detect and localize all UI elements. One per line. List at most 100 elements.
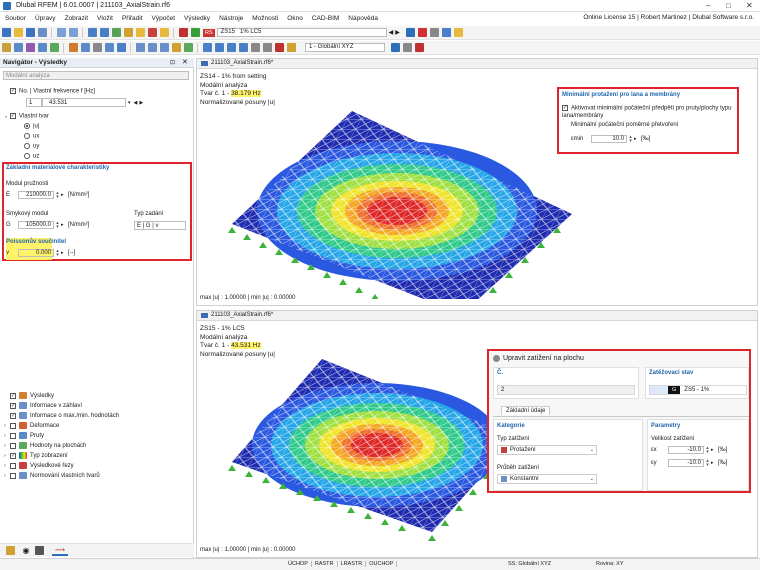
load-icon[interactable] <box>183 43 193 52</box>
view-z-icon[interactable] <box>238 43 248 52</box>
frequency-selector[interactable]: 1 43.531 ▾ ◀ ▶ <box>26 98 143 107</box>
g-modulus-input[interactable]: 105000.0 <box>18 221 54 229</box>
input-type-select[interactable]: E | G | v <box>134 221 186 230</box>
menu-okno[interactable]: Okno <box>287 15 303 22</box>
color-red-icon[interactable] <box>178 28 188 37</box>
new-file-icon[interactable] <box>1 28 11 37</box>
snap-icon[interactable] <box>391 43 400 52</box>
e-arrow-icon[interactable]: ▸ <box>61 192 64 198</box>
frequency-dropdown-icon[interactable]: ▾ <box>128 100 131 106</box>
redo-icon[interactable] <box>68 28 78 37</box>
measure-icon[interactable] <box>171 43 181 52</box>
view-iso-icon[interactable] <box>202 43 212 52</box>
menu-soubor[interactable]: Soubor <box>5 15 26 22</box>
lock-icon[interactable] <box>453 28 463 37</box>
tree-item-header-info[interactable]: ✓ Informace v záhlaví <box>4 402 190 412</box>
grid-snap-icon[interactable] <box>403 43 412 52</box>
viewport-1-tab[interactable]: 211103_AxialStrain.rf6* <box>197 59 757 69</box>
status-osnap[interactable]: OUCHOP <box>366 561 398 567</box>
model-icon[interactable] <box>405 28 415 37</box>
ey-spinner-icon[interactable]: ▴ ▾ <box>705 459 710 468</box>
mode-option-abs[interactable]: |u| <box>24 123 39 130</box>
mode-option-ux[interactable]: ux <box>24 133 39 140</box>
print-icon[interactable] <box>37 28 47 37</box>
table-icon[interactable] <box>99 28 109 37</box>
settings-icon[interactable] <box>159 28 169 37</box>
grid-icon[interactable] <box>116 43 126 52</box>
activate-prestress-checkbox[interactable]: ✓ <box>562 105 568 111</box>
menu-vlozit[interactable]: Vložit <box>97 15 113 22</box>
menu-nastroje[interactable]: Nástroje <box>219 15 243 22</box>
viewport-2[interactable]: 211103_AxialStrain.rf6* ZS15 - 1% LC5 Mo… <box>196 310 758 558</box>
nu-arrow-icon[interactable]: ▸ <box>61 250 64 256</box>
ex-input[interactable]: -10.0 <box>668 446 704 454</box>
report-icon[interactable] <box>135 28 145 37</box>
analysis-type-combo[interactable]: Modální analýza <box>3 71 189 80</box>
tree-item-display-type[interactable]: › ✓ Typ zobrazení <box>4 452 190 462</box>
tab-basic-data[interactable]: Základní údaje <box>501 406 551 415</box>
menu-vysledky[interactable]: Výsledky <box>184 15 210 22</box>
tree-item-result-sections[interactable]: › Výsledkové řezy <box>4 462 190 472</box>
expand-icon[interactable]: ⌄ <box>4 114 8 120</box>
ey-arrow-icon[interactable]: ▸ <box>711 460 714 466</box>
undo-icon[interactable] <box>56 28 66 37</box>
menu-cad-bim[interactable]: CAD-BIM <box>312 15 339 22</box>
viewport-1[interactable]: 211103_AxialStrain.rf6* ZS14 - 1% from s… <box>196 58 758 306</box>
render-icon[interactable] <box>250 43 260 52</box>
surface-icon[interactable] <box>49 43 59 52</box>
ey-input[interactable]: -10.0 <box>668 459 704 467</box>
load-type-dropdown-icon[interactable]: ⌄ <box>590 447 594 453</box>
nu-spinner-icon[interactable]: ▴ ▾ <box>55 249 60 258</box>
calculate-icon[interactable] <box>111 28 121 37</box>
object-snap-icon[interactable] <box>415 43 424 52</box>
g-arrow-icon[interactable]: ▸ <box>61 222 64 228</box>
pin-icon[interactable]: ⊡ <box>170 59 175 66</box>
support-icon[interactable] <box>68 43 78 52</box>
number-field[interactable]: 2 <box>497 385 635 395</box>
menu-vypocet[interactable]: Výpočet <box>152 15 176 22</box>
e-spinner-icon[interactable]: ▴ ▾ <box>55 191 60 200</box>
nav-video-tab-icon[interactable] <box>35 546 45 555</box>
tree-item-deformation[interactable]: › Deformace <box>4 422 190 432</box>
menu-moznosti[interactable]: Možnosti <box>252 15 278 22</box>
mode-shape-checkbox[interactable]: ✓ <box>9 113 16 119</box>
tree-item-members[interactable]: › Pruty <box>4 432 190 442</box>
rotate-icon[interactable] <box>147 43 157 52</box>
ex-spinner-icon[interactable]: ▴ ▾ <box>705 446 710 455</box>
min-strain-input[interactable]: 10.0 <box>591 135 627 143</box>
save-icon[interactable] <box>25 28 35 37</box>
view-icon[interactable] <box>87 28 97 37</box>
frequency-prev-icon[interactable]: ◀ <box>134 100 138 106</box>
g-spinner-icon[interactable]: ▴ ▾ <box>55 221 60 230</box>
status-snap[interactable]: ÚCHOP <box>285 561 312 567</box>
tree-item-surface-values[interactable]: › Hodnoty na plochách <box>4 442 190 452</box>
tree-item-normalization[interactable]: › Normování vlastních tvarů <box>4 472 190 482</box>
status-grid[interactable]: RASTR <box>312 561 338 567</box>
menu-napoveda[interactable]: Nápověda <box>348 15 378 22</box>
display-icon[interactable] <box>441 28 451 37</box>
minimize-icon[interactable]: – <box>706 1 710 10</box>
activate-prestress-option[interactable]: ✓ Aktivovat minimální počáteční předpětí … <box>562 105 738 120</box>
tree-item-maxmin-info[interactable]: ✓ Informace o max./min. hodnotách <box>4 412 190 422</box>
distribution-select[interactable]: Konstantní ⌄ <box>497 474 597 484</box>
nav-results-tab-icon[interactable]: ⟿ <box>51 546 69 556</box>
filter-icon[interactable] <box>429 28 439 37</box>
zoom-icon[interactable] <box>135 43 145 52</box>
maximize-icon[interactable]: □ <box>726 1 731 10</box>
nav-data-tab-icon[interactable] <box>6 546 15 555</box>
nav-view-tab-icon[interactable]: ◉ <box>23 546 30 555</box>
wireframe-icon[interactable] <box>262 43 272 52</box>
member-icon[interactable] <box>37 43 47 52</box>
open-file-icon[interactable] <box>13 28 23 37</box>
ex-arrow-icon[interactable]: ▸ <box>711 447 714 453</box>
material-icon[interactable] <box>104 43 114 52</box>
mode-option-uy[interactable]: uy <box>24 143 39 150</box>
view-y-icon[interactable] <box>226 43 236 52</box>
frequency-next-icon[interactable]: ▶ <box>139 100 143 106</box>
results-icon[interactable] <box>123 28 133 37</box>
select-icon[interactable] <box>1 43 11 52</box>
menu-zobrazit[interactable]: Zobrazit <box>65 15 88 22</box>
node-icon[interactable] <box>13 43 23 52</box>
menu-upravy[interactable]: Úpravy <box>35 15 56 22</box>
frequency-checkbox[interactable]: ✓ <box>10 88 16 94</box>
